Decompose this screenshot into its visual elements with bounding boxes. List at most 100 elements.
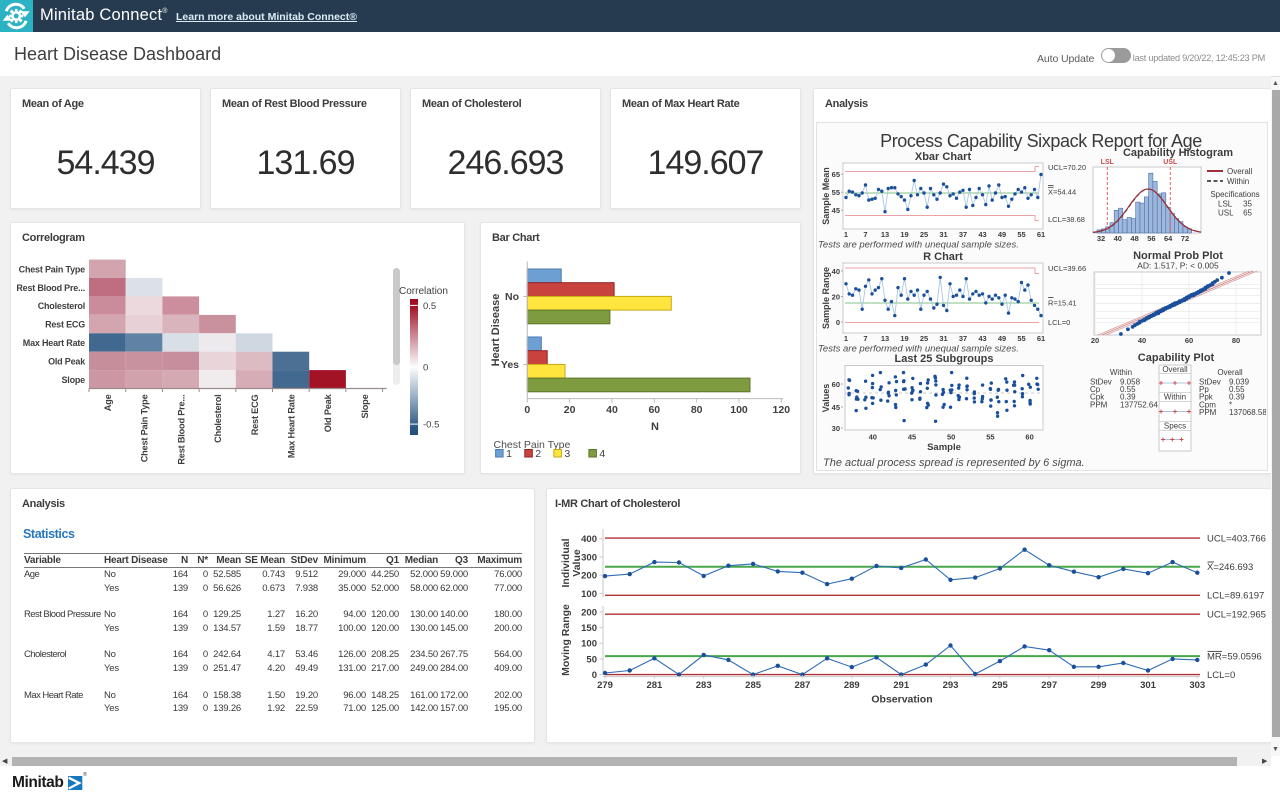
svg-text:Last 25 Subgroups: Last 25 Subgroups xyxy=(894,353,993,365)
svg-text:31: 31 xyxy=(939,334,947,343)
svg-text:Observation: Observation xyxy=(871,694,932,706)
svg-text:PPM: PPM xyxy=(1199,408,1217,417)
svg-text:Overall: Overall xyxy=(1162,365,1188,374)
svg-text:19: 19 xyxy=(900,230,908,239)
svg-text:0: 0 xyxy=(524,404,530,416)
svg-text:40: 40 xyxy=(1138,336,1146,345)
svg-text:293: 293 xyxy=(943,680,959,691)
svg-text:AD: 1.517, P: < 0.005: AD: 1.517, P: < 0.005 xyxy=(1137,261,1219,271)
svg-text:Yes: Yes xyxy=(501,359,519,371)
svg-text:65: 65 xyxy=(832,170,840,179)
svg-text:Chest Pain Type: Chest Pain Type xyxy=(19,264,86,274)
svg-text:Correlation: Correlation xyxy=(399,286,448,297)
svg-text:IndividualValue: IndividualValue xyxy=(560,538,583,587)
svg-text:Max Heart Rate: Max Heart Rate xyxy=(23,338,85,348)
svg-text:65: 65 xyxy=(1243,209,1252,218)
svg-text:400: 400 xyxy=(581,534,597,545)
svg-text:80: 80 xyxy=(691,404,703,416)
svg-text:35: 35 xyxy=(1243,200,1252,209)
svg-text:283: 283 xyxy=(696,680,712,691)
svg-text:0: 0 xyxy=(836,318,840,327)
svg-text:1: 1 xyxy=(506,448,512,460)
svg-text:279: 279 xyxy=(597,680,613,691)
svg-text:Slope: Slope xyxy=(360,394,370,418)
svg-text:Rest Blood Pre...: Rest Blood Pre... xyxy=(16,283,85,293)
svg-text:37: 37 xyxy=(959,230,967,239)
svg-text:137068.58: 137068.58 xyxy=(1229,408,1266,417)
svg-text:Max Heart Rate: Max Heart Rate xyxy=(287,394,297,458)
svg-text:285: 285 xyxy=(745,680,762,691)
svg-text:45: 45 xyxy=(908,433,916,442)
svg-text:49: 49 xyxy=(998,230,1006,239)
svg-text:UCL=70.20: UCL=70.20 xyxy=(1048,163,1086,172)
svg-text:55: 55 xyxy=(986,433,994,442)
svg-text:LCL=0: LCL=0 xyxy=(1207,670,1235,681)
svg-text:R Chart: R Chart xyxy=(923,251,963,263)
svg-text:20: 20 xyxy=(1091,336,1099,345)
svg-text:301: 301 xyxy=(1140,680,1157,691)
svg-text:USL: USL xyxy=(1218,209,1234,218)
svg-text:100: 100 xyxy=(730,404,748,416)
svg-text:Sample Mean: Sample Mean xyxy=(821,167,831,225)
svg-text:20: 20 xyxy=(832,292,840,301)
svg-text:7: 7 xyxy=(863,230,867,239)
svg-text:Chest Pain Type: Chest Pain Type xyxy=(140,394,150,462)
svg-text:299: 299 xyxy=(1091,680,1107,691)
svg-text:Sample Range: Sample Range xyxy=(821,267,831,329)
svg-text:Overall: Overall xyxy=(1227,167,1253,176)
svg-text:40: 40 xyxy=(869,433,877,442)
svg-text:80: 80 xyxy=(1232,336,1240,345)
svg-text:1: 1 xyxy=(844,334,848,343)
svg-text:UCL=39.66: UCL=39.66 xyxy=(1048,264,1086,273)
svg-text:UCL=192.965: UCL=192.965 xyxy=(1207,610,1266,621)
svg-text:100: 100 xyxy=(581,639,597,650)
svg-text:45: 45 xyxy=(832,403,840,412)
svg-text:Overall: Overall xyxy=(1217,368,1243,377)
svg-text:Old Peak: Old Peak xyxy=(48,357,86,367)
svg-text:LCL=89.6197: LCL=89.6197 xyxy=(1207,591,1264,602)
svg-text:13: 13 xyxy=(881,230,889,239)
svg-text:40: 40 xyxy=(606,404,618,416)
svg-text:Capability Plot: Capability Plot xyxy=(1138,352,1215,364)
svg-text:61: 61 xyxy=(1037,334,1045,343)
svg-text:USL: USL xyxy=(1163,159,1178,166)
svg-text:150: 150 xyxy=(581,623,597,634)
svg-text:200: 200 xyxy=(581,607,597,618)
svg-text:281: 281 xyxy=(646,680,663,691)
svg-text:49: 49 xyxy=(998,334,1006,343)
svg-text:43: 43 xyxy=(978,230,986,239)
svg-text:45: 45 xyxy=(832,206,840,215)
svg-text:50: 50 xyxy=(947,433,955,442)
svg-text:60: 60 xyxy=(1025,433,1033,442)
svg-text:72: 72 xyxy=(1181,234,1189,243)
svg-text:37: 37 xyxy=(959,334,967,343)
svg-text:X=54.44: X=54.44 xyxy=(1048,188,1076,197)
svg-text:R=15.41: R=15.41 xyxy=(1048,299,1077,308)
svg-text:48: 48 xyxy=(1130,234,1138,243)
svg-text:43: 43 xyxy=(978,334,986,343)
svg-text:120: 120 xyxy=(773,404,791,416)
svg-text:295: 295 xyxy=(992,680,1009,691)
svg-text:Specs: Specs xyxy=(1164,422,1186,431)
svg-text:50: 50 xyxy=(586,654,597,665)
svg-text:100: 100 xyxy=(581,589,597,600)
svg-text:64: 64 xyxy=(1164,234,1173,243)
svg-text:297: 297 xyxy=(1041,680,1057,691)
svg-text:Cholesterol: Cholesterol xyxy=(213,395,223,443)
svg-text:Moving Range: Moving Range xyxy=(560,604,572,676)
svg-text:Within: Within xyxy=(1227,177,1249,186)
svg-text:31: 31 xyxy=(939,230,947,239)
svg-text:60: 60 xyxy=(648,404,660,416)
svg-text:200: 200 xyxy=(581,571,597,582)
svg-text:55: 55 xyxy=(1017,334,1025,343)
svg-text:40: 40 xyxy=(1114,234,1122,243)
svg-text:0: 0 xyxy=(423,362,428,373)
svg-text:2: 2 xyxy=(535,448,541,460)
svg-text:UCL=403.766: UCL=403.766 xyxy=(1207,534,1266,545)
svg-text:X=246.693: X=246.693 xyxy=(1207,562,1253,573)
svg-text:Slope: Slope xyxy=(61,375,85,385)
svg-text:55: 55 xyxy=(1017,230,1025,239)
svg-text:13: 13 xyxy=(881,334,889,343)
svg-text:LCL=0: LCL=0 xyxy=(1048,318,1070,327)
svg-text:LCL=38.68: LCL=38.68 xyxy=(1048,215,1085,224)
